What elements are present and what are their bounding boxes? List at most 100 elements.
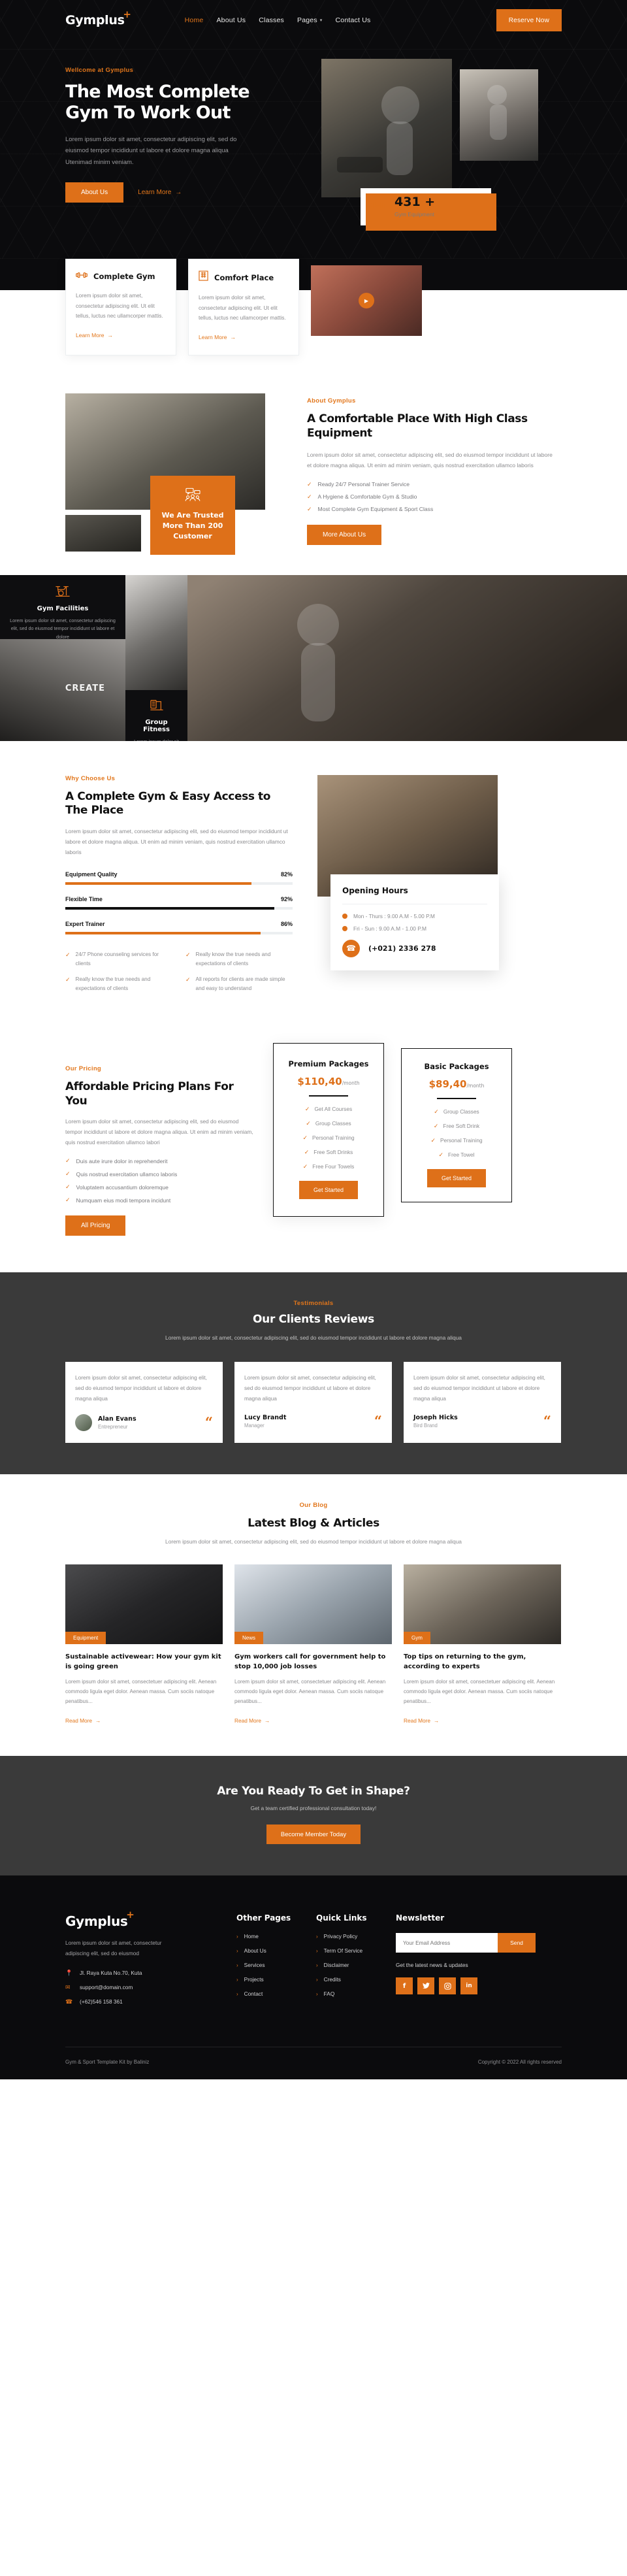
blog-card[interactable]: Gym Top tips on returning to the gym, ac… (404, 1564, 561, 1726)
facebook-icon[interactable]: f (396, 1977, 413, 1995)
logo[interactable]: Gymplus + (65, 10, 131, 28)
blog-read-more-link[interactable]: Read More → (404, 1717, 439, 1724)
blog-post-title: Gym workers call for government help to … (234, 1653, 386, 1670)
blog-card[interactable]: Equipment Sustainable activewear: How yo… (65, 1564, 223, 1726)
facility-card-gym-facilities[interactable]: Gym Facilities Lorem ipsum dolor sit ame… (0, 574, 125, 639)
play-icon[interactable]: ▶ (359, 293, 374, 309)
testimonial-identity: Alan Evans Entrepreneur (98, 1415, 137, 1430)
nav-item-pages[interactable]: Pages ▾ (297, 16, 323, 24)
reserve-now-button[interactable]: Reserve Now (496, 9, 562, 31)
footer-phone[interactable]: ☎ (+62)546 158 361 (65, 1998, 236, 2006)
footer-link-faq[interactable]: › FAQ (316, 1990, 396, 1997)
newsletter-send-button[interactable]: Send (498, 1933, 536, 1953)
footer-link-projects[interactable]: › Projects (236, 1976, 316, 1983)
newsletter-email-input[interactable] (396, 1933, 498, 1953)
testimonials-section: Testimonials Our Clients Reviews Lorem i… (0, 1272, 627, 1475)
footer-link-disclaimer[interactable]: › Disclaimer (316, 1962, 396, 1968)
facilities-section: Gym Facilities Lorem ipsum dolor sit ame… (0, 574, 627, 741)
pricing-title: Affordable Pricing Plans For You (65, 1080, 234, 1108)
blog-read-more-link[interactable]: Read More → (234, 1717, 270, 1724)
arrow-right-icon: → (95, 1717, 101, 1725)
newsletter-form: Send (396, 1933, 536, 1953)
footer-link-label: Disclaimer (323, 1962, 349, 1969)
dumbbell-icon (76, 271, 88, 282)
progress-fill (65, 907, 275, 910)
features-section: Complete Gym Lorem ipsum dolor sit amet,… (0, 259, 627, 356)
footer-link-label: Credits (323, 1976, 341, 1983)
footer-link-label: Contact (244, 1990, 263, 1998)
feature-card-comfort-place[interactable]: Comfort Place Lorem ipsum dolor sit amet… (188, 259, 299, 356)
footer-logo[interactable]: Gymplus + (65, 1910, 135, 1930)
footer-list-item: › FAQ (316, 1990, 396, 1997)
check-label: Ready 24/7 Personal Trainer Service (317, 481, 410, 488)
linkedin-icon[interactable]: in (460, 1977, 477, 1995)
footer-column-title: Newsletter (396, 1913, 445, 1923)
check-icon: ✓ (65, 976, 71, 983)
chevron-right-icon: › (236, 1976, 238, 1983)
footer-email[interactable]: ✉ support@domain.com (65, 1984, 236, 1991)
logo-text: Gymplus (65, 1913, 128, 1930)
facility-text: Lorem ipsum dolor sit amet, consectetur … (10, 617, 116, 639)
logo-text: Gymplus (65, 13, 125, 27)
footer-list-item: › Term Of Service (316, 1947, 396, 1954)
pricing-plan-basic: Basic Packages $89,40/month ✓ Group Class… (401, 1048, 512, 1202)
footer-link-about-us[interactable]: › About Us (236, 1947, 316, 1954)
feature-learn-more-link[interactable]: Learn More → (199, 334, 236, 340)
pricing-check-item: ✓ Numquam eius modi tempora incidunt (65, 1197, 256, 1204)
all-pricing-button[interactable]: All Pricing (65, 1215, 126, 1236)
check-icon: ✓ (307, 480, 312, 487)
testimonial-text: Lorem ipsum dolor sit amet, consectetur … (413, 1374, 545, 1402)
quote-icon: “ (543, 1413, 551, 1430)
become-member-button[interactable]: Become Member Today (266, 1825, 361, 1845)
blog-tag: Equipment (65, 1632, 106, 1645)
feature-card-complete-gym[interactable]: Complete Gym Lorem ipsum dolor sit amet,… (65, 259, 176, 356)
instagram-icon[interactable] (439, 1977, 456, 1995)
exercise-bike-icon (8, 584, 118, 601)
footer-link-services[interactable]: › Services (236, 1962, 316, 1968)
video-preview-card[interactable]: ▶ (311, 265, 422, 337)
nav-label: Home (184, 16, 204, 24)
plan-feature-list: ✓ Group Classes ✓ Free Soft Drink ✓ Persona… (412, 1108, 501, 1159)
nav-item-contact-us[interactable]: Contact Us (336, 16, 371, 24)
more-about-us-button[interactable]: More About Us (307, 524, 382, 545)
footer-list-item: › Privacy Policy (316, 1933, 396, 1940)
plan-get-started-button[interactable]: Get Started (426, 1168, 487, 1187)
blog-card[interactable]: News Gym workers call for government hel… (234, 1564, 392, 1726)
pricing-plan-premium: Premium Packages $110,40/month ✓ Get All … (273, 1042, 384, 1217)
plan-price: $89,40/month (412, 1078, 501, 1090)
feature-learn-more-link[interactable]: Learn More → (76, 332, 113, 339)
why-choose-us-section: Why Choose Us A Complete Gym & Easy Acce… (65, 741, 562, 1025)
blog-read-more-link[interactable]: Read More → (65, 1717, 101, 1724)
check-icon: ✓ (302, 1163, 308, 1170)
arrow-right-icon: → (265, 1717, 270, 1725)
footer-link-home[interactable]: › Home (236, 1933, 316, 1940)
facility-card-group-fitness[interactable]: Group Fitness Lorem ipsum dolor sit amet… (125, 689, 187, 741)
nav-item-about-us[interactable]: About Us (216, 16, 246, 24)
learn-more-label: Learn More (138, 189, 172, 197)
pricing-text: Lorem ipsum dolor sit amet, consectetur … (65, 1118, 253, 1146)
nav-item-classes[interactable]: Classes (259, 16, 284, 24)
twitter-icon[interactable] (417, 1977, 434, 1995)
check-icon: ✓ (185, 976, 191, 983)
blog-title: Latest Blog & Articles (248, 1517, 379, 1530)
about-image-small (65, 515, 141, 552)
opening-hours-row: Mon - Thurs : 9.00 A.M - 5.00 P.M (342, 913, 487, 919)
dumbbell-icon (371, 201, 385, 213)
hero-about-us-button[interactable]: About Us (65, 182, 124, 203)
footer-link-privacy-policy[interactable]: › Privacy Policy (316, 1933, 396, 1940)
facilities-image-1 (125, 574, 187, 690)
testimonials-title: Our Clients Reviews (253, 1313, 374, 1327)
hero-stat-number: 431 + (394, 195, 436, 209)
opening-hours-phone[interactable]: ☎ (+021) 2336 278 (342, 939, 487, 957)
pricing-check-item: ✓ Duis aute irure dolor in reprehenderit (65, 1157, 256, 1164)
testimonials-eyebrow: Testimonials (293, 1300, 334, 1308)
check-label: Most Complete Gym Equipment & Sport Clas… (317, 506, 434, 513)
footer-link-credits[interactable]: › Credits (316, 1976, 396, 1983)
hero-learn-more-link[interactable]: Learn More → (138, 189, 182, 196)
footer-link-term-of-service[interactable]: › Term Of Service (316, 1947, 396, 1954)
footer-link-contact[interactable]: › Contact (236, 1990, 316, 1997)
nav-item-home[interactable]: Home (185, 16, 204, 24)
plan-get-started-button[interactable]: Get Started (298, 1180, 359, 1199)
check-label: 24/7 Phone counseling services for clien… (75, 951, 159, 966)
hero-image-primary (321, 59, 452, 197)
